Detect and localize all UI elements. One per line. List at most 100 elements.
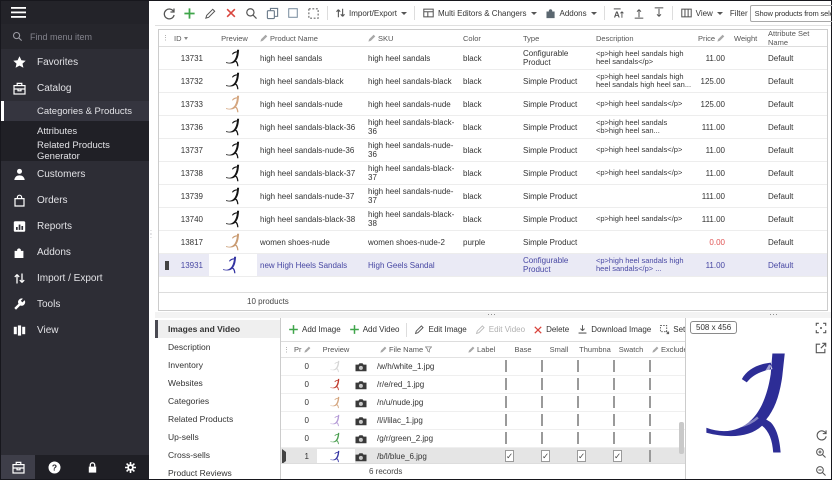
- swatch-checkbox[interactable]: [613, 434, 649, 443]
- col-product-name[interactable]: Product Name: [257, 34, 365, 43]
- base-checkbox[interactable]: [505, 362, 541, 371]
- zoom-in-icon[interactable]: [815, 447, 827, 459]
- sidebar-item-customers[interactable]: Customers: [1, 161, 149, 187]
- swatch-checkbox[interactable]: [613, 380, 649, 389]
- small-checkbox[interactable]: [541, 380, 577, 389]
- sidebar-item-tools[interactable]: Tools: [1, 291, 149, 317]
- thumbnail-checkbox[interactable]: [577, 416, 613, 425]
- small-checkbox[interactable]: [541, 398, 577, 407]
- swatch-checkbox[interactable]: ✓: [613, 452, 649, 461]
- sidebar-item-orders[interactable]: Orders: [1, 187, 149, 213]
- expand-all-button[interactable]: [630, 5, 648, 21]
- sidebar-item-related-products-generator[interactable]: Related Products Generator: [1, 141, 149, 161]
- swatch-checkbox[interactable]: [613, 416, 649, 425]
- addons-button[interactable]: Addons: [542, 5, 600, 21]
- import-export-button[interactable]: Import/Export: [332, 5, 410, 21]
- lock-button[interactable]: [73, 455, 111, 479]
- thumbnail-checkbox[interactable]: [577, 380, 613, 389]
- col-description[interactable]: Description: [593, 34, 695, 43]
- col-type[interactable]: Type: [520, 34, 593, 43]
- image-row[interactable]: 0 /r/e/red_1.jpg: [281, 376, 685, 394]
- delete-image-button[interactable]: Delete: [530, 323, 572, 337]
- small-checkbox[interactable]: ✓: [541, 452, 577, 461]
- swatch-checkbox[interactable]: [613, 398, 649, 407]
- image-row[interactable]: 0 /g/r/green_2.jpg: [281, 430, 685, 448]
- scrollbar-thumb[interactable]: [679, 422, 684, 454]
- small-checkbox[interactable]: [541, 434, 577, 443]
- rotate-icon[interactable]: [815, 429, 827, 441]
- base-checkbox[interactable]: ✓: [505, 452, 541, 461]
- thumbnail-checkbox[interactable]: ✓: [577, 452, 613, 461]
- col-pr[interactable]: Pr: [291, 345, 317, 354]
- table-row-selected[interactable]: 13931 new High Heels Sandals High Geels …: [159, 254, 827, 277]
- sidebar-item-view[interactable]: View: [1, 317, 149, 343]
- dotted-selection-button[interactable]: [304, 5, 323, 22]
- thumbnail-checkbox[interactable]: [577, 362, 613, 371]
- base-checkbox[interactable]: [505, 416, 541, 425]
- image-row[interactable]: 0 /n/u/nude.jpg: [281, 394, 685, 412]
- edit-button[interactable]: [201, 5, 220, 22]
- view-button[interactable]: View: [677, 5, 726, 21]
- tab-related-products[interactable]: Related Products: [155, 410, 280, 428]
- edit-video-button[interactable]: Edit Video: [472, 322, 528, 337]
- exclude-checkbox[interactable]: [649, 398, 685, 407]
- sidebar-item-reports[interactable]: Reports: [1, 213, 149, 239]
- col-swatch[interactable]: Swatch: [613, 345, 649, 354]
- add-image-button[interactable]: Add Image: [285, 322, 344, 337]
- swatch-checkbox[interactable]: [613, 362, 649, 371]
- col-price[interactable]: Price: [695, 34, 731, 43]
- table-row[interactable]: 13739 high heel sandals-nude-37 high hee…: [159, 185, 827, 208]
- table-row[interactable]: 13732 high heel sandals-black high heel …: [159, 70, 827, 93]
- tab-categories[interactable]: Categories: [155, 392, 280, 410]
- col-attribute-set[interactable]: Attribute Set Name: [765, 29, 827, 47]
- add-video-button[interactable]: Add Video: [346, 322, 403, 337]
- table-row[interactable]: 13736 high heel sandals-black-36 high he…: [159, 116, 827, 139]
- image-row[interactable]: 0 /w/h/white_1.jpg: [281, 358, 685, 376]
- tab-product-reviews[interactable]: Product Reviews: [155, 464, 280, 482]
- base-checkbox[interactable]: [505, 434, 541, 443]
- col-sku[interactable]: SKU: [365, 34, 460, 43]
- zoom-out-icon[interactable]: [815, 465, 827, 477]
- tab-description[interactable]: Description: [155, 338, 280, 356]
- image-row[interactable]: 0 /l/i/lilac_1.jpg: [281, 412, 685, 430]
- store-toolbox-button[interactable]: [1, 455, 35, 479]
- col-id[interactable]: ID: [171, 34, 209, 43]
- hamburger-menu-icon[interactable]: [11, 7, 26, 18]
- rename-attribute-button[interactable]: A: [609, 5, 628, 21]
- collapse-all-button[interactable]: [650, 5, 668, 21]
- exclude-checkbox[interactable]: [649, 362, 685, 371]
- base-checkbox[interactable]: [505, 398, 541, 407]
- thumbnail-checkbox[interactable]: [577, 434, 613, 443]
- col-exclude[interactable]: Exclude: [649, 345, 685, 354]
- col-color[interactable]: Color: [460, 34, 520, 43]
- col-label[interactable]: Label: [465, 345, 505, 354]
- col-small[interactable]: Small: [541, 345, 577, 354]
- download-image-button[interactable]: Download Image: [574, 322, 654, 337]
- col-weight[interactable]: Weight: [731, 34, 765, 43]
- tab-websites[interactable]: Websites: [155, 374, 280, 392]
- col-thumbnail[interactable]: Thumbna: [577, 345, 613, 354]
- col-file-name[interactable]: File Name: [377, 345, 465, 354]
- sidebar-item-categories-products[interactable]: Categories & Products: [1, 101, 149, 121]
- search-button[interactable]: [242, 5, 261, 22]
- table-row[interactable]: 13731 high heel sandals high heel sandal…: [159, 47, 827, 70]
- help-button[interactable]: ?: [35, 455, 73, 479]
- base-checkbox[interactable]: [505, 380, 541, 389]
- table-row[interactable]: 13733 high heel sandals-nude high heel s…: [159, 93, 827, 116]
- sidebar-item-addons[interactable]: Addons: [1, 239, 149, 265]
- category-filter-select[interactable]: Show products from selected categories: [750, 5, 832, 22]
- tab-cross-sells[interactable]: Cross-sells: [155, 446, 280, 464]
- sidebar-item-catalog[interactable]: Catalog: [1, 75, 149, 101]
- add-button[interactable]: [180, 5, 199, 22]
- tab-images-and-video[interactable]: Images and Video: [155, 320, 280, 338]
- column-chooser-icon[interactable]: ⋮: [281, 346, 291, 354]
- col-preview[interactable]: Preview: [209, 34, 257, 43]
- delete-button[interactable]: [222, 5, 240, 21]
- table-row[interactable]: 13740 high heel sandals-black-38 high he…: [159, 208, 827, 231]
- multi-editors-button[interactable]: Multi Editors & Changers: [419, 5, 539, 21]
- tab-up-sells[interactable]: Up-sells: [155, 428, 280, 446]
- column-chooser-icon[interactable]: ⋮: [159, 34, 171, 42]
- sidebar-item-favorites[interactable]: Favorites: [1, 49, 149, 75]
- sidebar-item-import-export[interactable]: Import / Export: [1, 265, 149, 291]
- table-row[interactable]: 13817 women shoes-nude women shoes-nude-…: [159, 231, 827, 254]
